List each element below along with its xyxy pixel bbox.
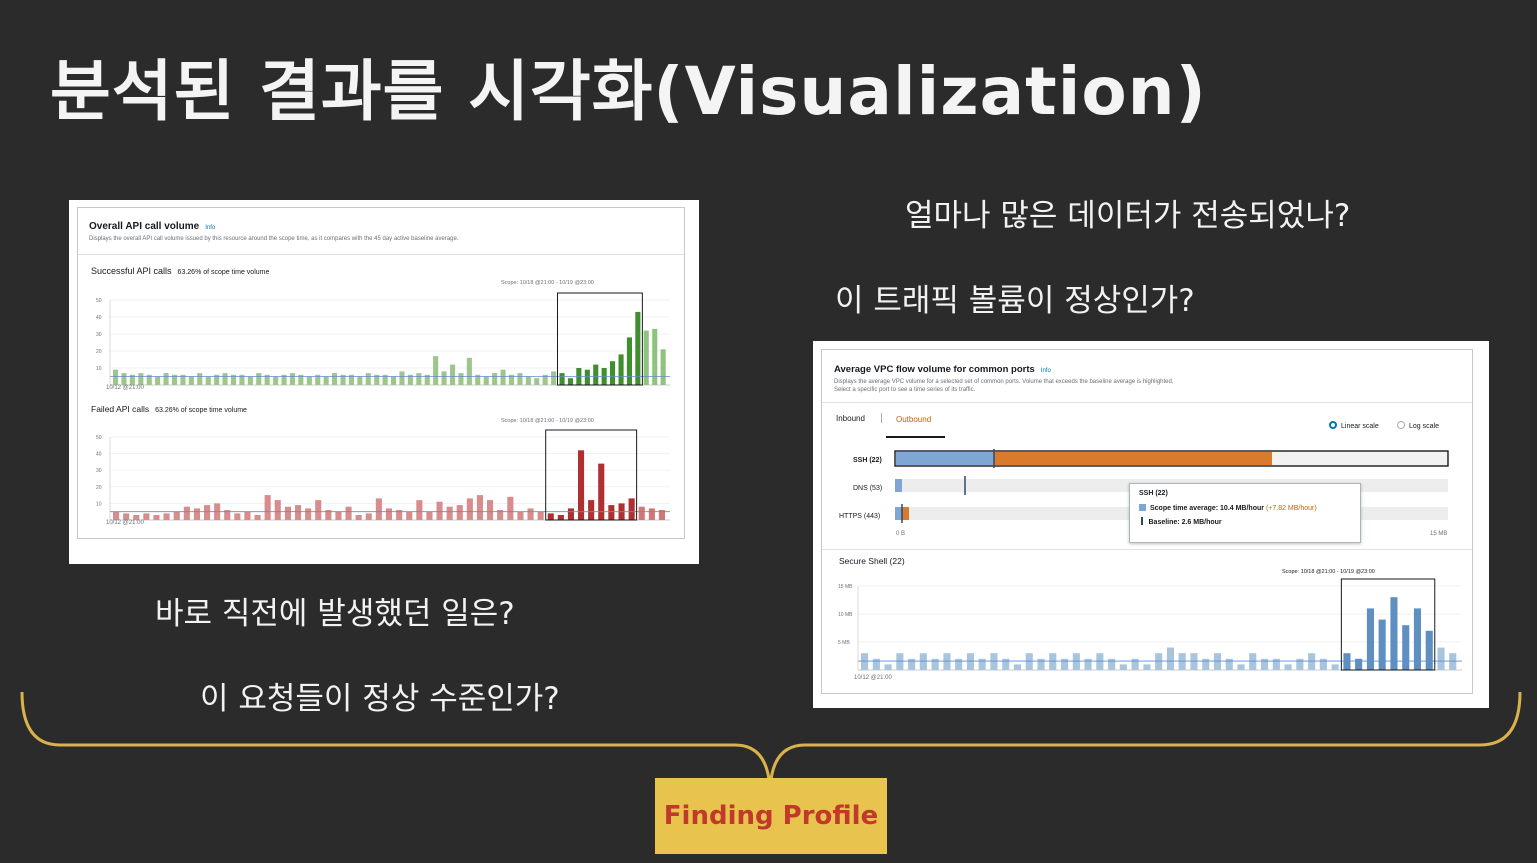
grouping-brace [20, 691, 1522, 796]
finding-profile-badge: Finding Profile [655, 778, 887, 854]
